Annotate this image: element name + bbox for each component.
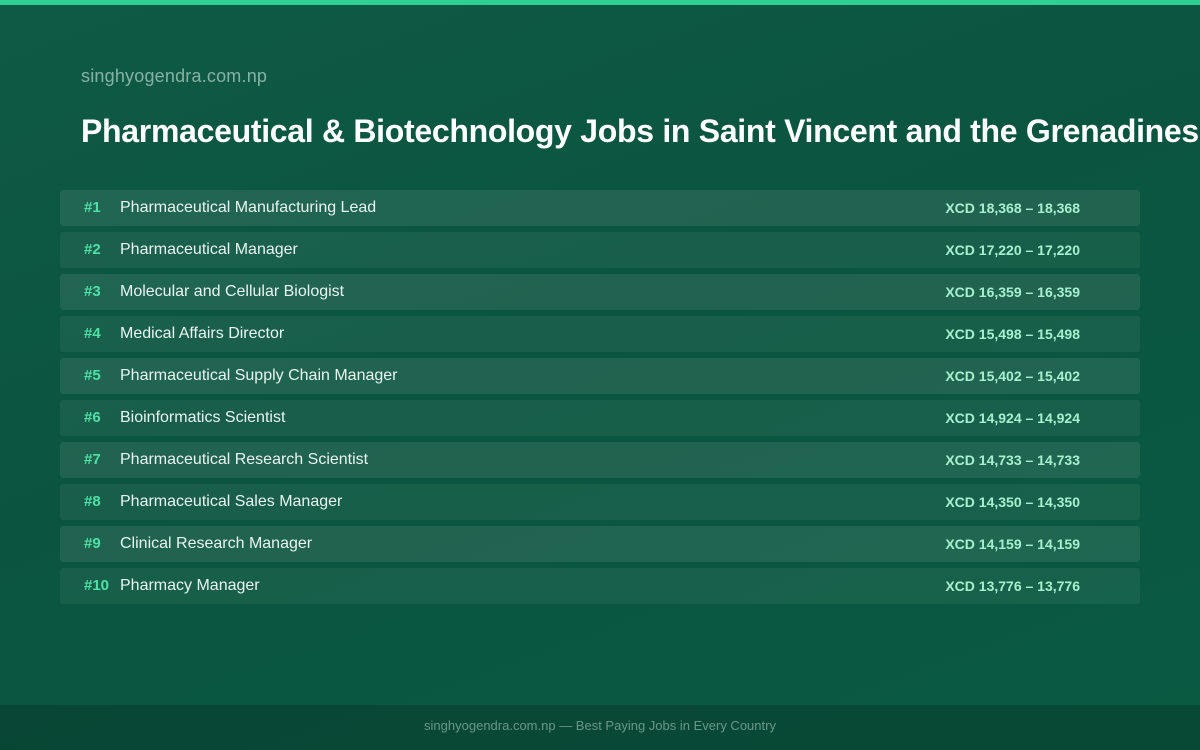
job-list: #1 Pharmaceutical Manufacturing Lead XCD…	[60, 190, 1140, 610]
job-rank: #4	[84, 325, 101, 342]
job-row: #1 Pharmaceutical Manufacturing Lead XCD…	[60, 190, 1140, 226]
job-title: Pharmaceutical Research Scientist	[120, 451, 369, 468]
job-row: #9 Clinical Research Manager XCD 14,159 …	[60, 526, 1140, 562]
job-salary: XCD 14,350 – 14,350	[945, 494, 1080, 510]
footer-text: singhyogendra.com.np — Best Paying Jobs …	[424, 718, 776, 733]
job-row: #7 Pharmaceutical Research Scientist XCD…	[60, 442, 1140, 478]
job-salary: XCD 18,368 – 18,368	[945, 200, 1080, 216]
job-rank: #7	[84, 451, 101, 468]
job-row: #8 Pharmaceutical Sales Manager XCD 14,3…	[60, 484, 1140, 520]
job-salary: XCD 14,924 – 14,924	[945, 410, 1080, 426]
footer-bar: singhyogendra.com.np — Best Paying Jobs …	[0, 705, 1200, 750]
job-rank: #1	[84, 199, 101, 216]
job-title: Pharmaceutical Sales Manager	[120, 493, 343, 510]
job-title: Bioinformatics Scientist	[120, 409, 286, 426]
top-accent-bar	[0, 0, 1200, 5]
job-salary: XCD 13,776 – 13,776	[945, 578, 1080, 594]
job-rank: #3	[84, 283, 101, 300]
job-salary: XCD 14,159 – 14,159	[945, 536, 1080, 552]
job-salary: XCD 15,498 – 15,498	[945, 326, 1080, 342]
job-salary: XCD 17,220 – 17,220	[945, 242, 1080, 258]
job-title: Medical Affairs Director	[120, 325, 285, 342]
job-rank: #5	[84, 367, 101, 384]
job-salary: XCD 15,402 – 15,402	[945, 368, 1080, 384]
job-row: #4 Medical Affairs Director XCD 15,498 –…	[60, 316, 1140, 352]
job-title: Clinical Research Manager	[120, 535, 313, 552]
job-title: Pharmaceutical Supply Chain Manager	[120, 367, 398, 384]
job-rank: #9	[84, 535, 101, 552]
job-row: #6 Bioinformatics Scientist XCD 14,924 –…	[60, 400, 1140, 436]
job-row: #3 Molecular and Cellular Biologist XCD …	[60, 274, 1140, 310]
job-rank: #2	[84, 241, 101, 258]
job-rank: #8	[84, 493, 101, 510]
job-title: Pharmaceutical Manager	[120, 241, 298, 258]
job-row: #5 Pharmaceutical Supply Chain Manager X…	[60, 358, 1140, 394]
job-title: Pharmaceutical Manufacturing Lead	[120, 199, 377, 216]
job-row: #2 Pharmaceutical Manager XCD 17,220 – 1…	[60, 232, 1140, 268]
job-title: Pharmacy Manager	[120, 577, 260, 594]
job-rank: #10	[84, 577, 110, 594]
site-label: singhyogendra.com.np	[81, 66, 268, 86]
page-title: Pharmaceutical & Biotechnology Jobs in S…	[81, 113, 1199, 149]
job-title: Molecular and Cellular Biologist	[120, 283, 345, 300]
job-rank: #6	[84, 409, 101, 426]
job-salary: XCD 14,733 – 14,733	[945, 452, 1080, 468]
job-row: #10 Pharmacy Manager XCD 13,776 – 13,776	[60, 568, 1140, 604]
job-salary: XCD 16,359 – 16,359	[945, 284, 1080, 300]
